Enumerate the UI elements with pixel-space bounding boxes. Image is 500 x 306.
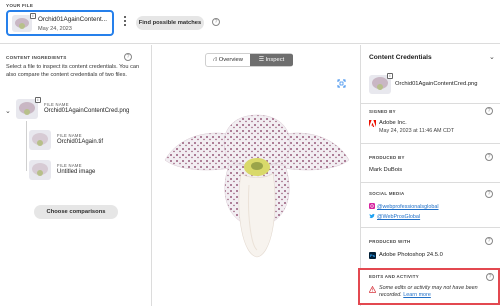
divider <box>361 103 500 104</box>
tab-inspect[interactable]: ☰ Inspect <box>250 54 293 66</box>
ingredients-description: Select a file to inspect its content cre… <box>6 64 140 78</box>
help-icon[interactable]: ? <box>485 190 493 198</box>
file-name-value: Orchid01Again.tif <box>57 139 104 145</box>
image-preview-area: ⛙ Overview ☰ Inspect <box>153 45 359 306</box>
file-name-value: Orchid01AgainContentCred.png <box>44 108 130 114</box>
tab-inspect-label: Inspect <box>265 57 285 63</box>
help-icon[interactable]: ? <box>212 18 220 26</box>
produced-with-app: Adobe Photoshop 24.5.0 <box>379 252 443 258</box>
twitter-icon <box>369 213 375 219</box>
top-bar: YOUR FILE i Orchid01AgainContent... May … <box>0 0 500 44</box>
credentials-badge-icon: i <box>35 97 41 103</box>
ingredient-thumbnail <box>29 130 51 150</box>
tree-connector <box>26 121 27 171</box>
file-name-value: Untitled image <box>57 169 96 175</box>
content-ingredients-heading: CONTENT INGREDIENTS <box>6 55 67 60</box>
content-ingredients-panel: CONTENT INGREDIENTS ? Select a file to i… <box>0 45 152 306</box>
more-options-icon[interactable] <box>122 16 128 30</box>
orchid-image <box>164 114 350 258</box>
producer-name: Mark DuBois <box>369 167 403 173</box>
view-toggle: ⛙ Overview ☰ Inspect <box>205 53 293 67</box>
warning-icon <box>369 286 376 293</box>
content-credentials-panel: Content Credentials ⌄ i Orchid01AgainCon… <box>358 45 500 306</box>
file-name-label: FILE NAME <box>57 163 82 168</box>
signed-by-label: SIGNED BY <box>369 109 396 114</box>
instagram-link[interactable]: @webprofessionalsglobal <box>369 203 439 211</box>
help-icon[interactable]: ? <box>485 153 493 161</box>
file-date: May 24, 2023 <box>38 26 72 32</box>
chevron-down-icon[interactable]: ⌄ <box>5 107 11 115</box>
tab-overview[interactable]: ⛙ Overview <box>206 54 250 66</box>
credentials-badge-icon: i <box>387 73 393 79</box>
credentials-badge-icon: i <box>30 13 36 19</box>
file-name: Orchid01AgainContent... <box>38 16 107 23</box>
help-icon[interactable]: ? <box>485 107 493 115</box>
social-media-label: SOCIAL MEDIA <box>369 191 405 196</box>
fit-to-screen-icon[interactable] <box>337 79 346 88</box>
signer-name: Adobe Inc. <box>379 120 407 126</box>
list-icon: ☰ <box>258 57 264 63</box>
divider <box>361 143 500 144</box>
produced-by-label: PRODUCED BY <box>369 155 405 160</box>
divider <box>361 182 500 183</box>
signed-date: May 24, 2023 at 11:46 AM CDT <box>379 128 455 134</box>
help-icon[interactable]: ? <box>485 237 493 245</box>
chevron-down-icon[interactable]: ⌄ <box>489 53 495 61</box>
edits-and-activity-section: EDITS AND ACTIVITY ? Some edits or activ… <box>358 268 500 305</box>
edits-and-activity-label: EDITS AND ACTIVITY <box>369 274 419 279</box>
photoshop-icon: Ps <box>369 252 376 259</box>
tab-overview-label: Overview <box>218 57 243 63</box>
help-icon[interactable]: ? <box>486 273 494 281</box>
file-thumbnail <box>12 15 32 32</box>
file-name-label: FILE NAME <box>44 102 69 107</box>
produced-with-label: PRODUCED WITH <box>369 239 411 244</box>
divider <box>361 227 500 228</box>
ingredient-thumbnail <box>29 160 51 180</box>
instagram-handle: @webprofessionalsglobal <box>377 204 439 210</box>
learn-more-link[interactable]: Learn more <box>403 292 431 298</box>
choose-comparisons-button[interactable]: Choose comparisons <box>34 205 118 219</box>
help-icon[interactable]: ? <box>124 53 132 61</box>
twitter-handle: @WebProsGlobal <box>377 214 421 220</box>
your-file-card[interactable]: i Orchid01AgainContent... May 24, 2023 <box>6 10 114 36</box>
tree-icon: ⛙ <box>213 57 218 63</box>
instagram-icon <box>369 203 375 209</box>
content-credentials-title: Content Credentials <box>369 54 432 61</box>
edits-warning-text: Some edits or activity may not have been… <box>379 285 491 300</box>
file-name-label: FILE NAME <box>57 133 82 138</box>
your-file-label: YOUR FILE <box>6 3 34 8</box>
credentials-file-name: Orchid01AgainContentCred.png <box>395 81 478 87</box>
adobe-logo-icon <box>369 120 376 127</box>
twitter-link[interactable]: @WebProsGlobal <box>369 213 420 221</box>
find-possible-matches-button[interactable]: Find possible matches <box>136 16 204 30</box>
